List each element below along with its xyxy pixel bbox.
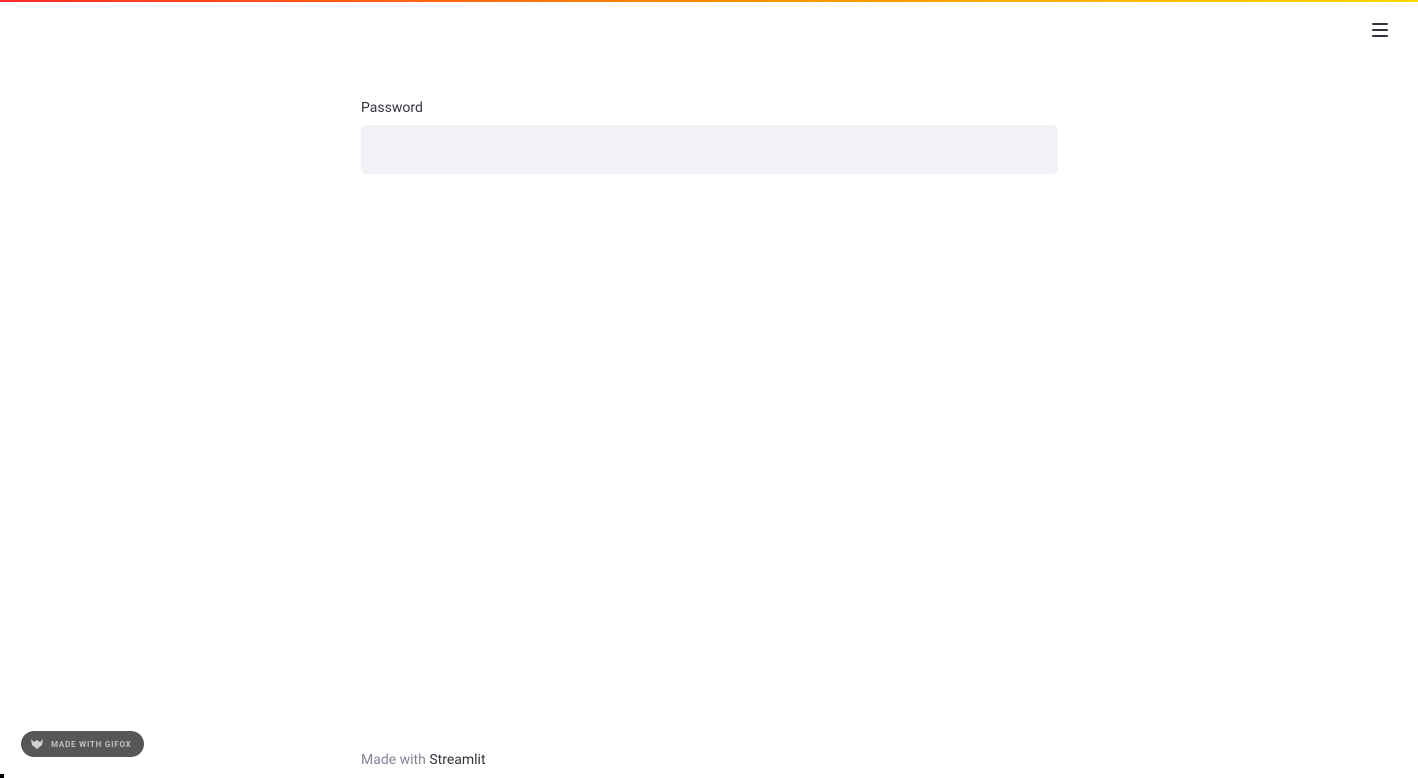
gifox-badge-text: MADE WITH GIFOX: [51, 740, 132, 749]
loading-gradient-bar: [0, 0, 1418, 2]
password-input[interactable]: [361, 125, 1058, 174]
hamburger-icon: [1372, 23, 1388, 25]
footer-brand-link[interactable]: Streamlit: [429, 752, 485, 768]
hamburger-icon: [1372, 35, 1388, 37]
footer-made-with: Made with: [361, 752, 429, 768]
hamburger-icon: [1372, 29, 1388, 31]
hamburger-menu-button[interactable]: [1372, 20, 1392, 40]
password-label: Password: [361, 100, 1058, 116]
gifox-badge[interactable]: MADE WITH GIFOX: [21, 731, 144, 757]
gifox-fox-icon: [29, 736, 45, 752]
footer: Made with Streamlit: [361, 752, 486, 768]
recording-indicator: [0, 774, 4, 778]
main-content: Password: [361, 100, 1058, 174]
